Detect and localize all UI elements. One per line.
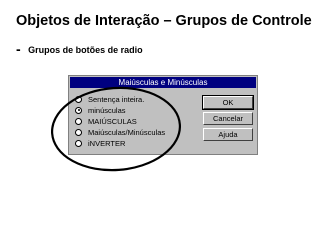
cancel-button[interactable]: Cancelar	[203, 112, 253, 125]
bullet-dash: -	[16, 41, 21, 57]
radio-label: MAIÚSCULAS	[88, 116, 137, 126]
radio-lowercase[interactable]: minúsculas	[75, 105, 126, 115]
help-button[interactable]: Ajuda	[203, 128, 253, 141]
slide-title: Objetos de Interação – Grupos de Control…	[16, 13, 312, 29]
subtitle-text: Grupos de botões de radio	[28, 45, 143, 55]
slide-subtitle: - Grupos de botões de radio	[16, 40, 143, 58]
radio-button-icon[interactable]	[75, 139, 82, 147]
radio-label: Sentença inteira.	[88, 94, 145, 104]
radio-button-icon[interactable]	[75, 117, 82, 125]
radio-label: iNVERTER	[88, 138, 126, 148]
radio-label: Maiúsculas/Minúsculas	[88, 127, 166, 137]
radio-sentence-case[interactable]: Sentença inteira.	[75, 94, 144, 104]
radio-uppercase[interactable]: MAIÚSCULAS	[75, 116, 137, 126]
radio-button-selected-icon[interactable]	[75, 106, 82, 114]
case-dialog: Maiúsculas e Minúsculas Sentença inteira…	[68, 75, 258, 155]
ok-button[interactable]: OK	[202, 95, 254, 110]
radio-button-icon[interactable]	[75, 128, 82, 136]
dialog-title-bar: Maiúsculas e Minúsculas	[70, 77, 256, 88]
radio-invert-case[interactable]: iNVERTER	[75, 138, 125, 148]
radio-title-case[interactable]: Maiúsculas/Minúsculas	[75, 127, 165, 137]
radio-label: minúsculas	[88, 105, 126, 115]
radio-button-icon[interactable]	[75, 95, 82, 103]
